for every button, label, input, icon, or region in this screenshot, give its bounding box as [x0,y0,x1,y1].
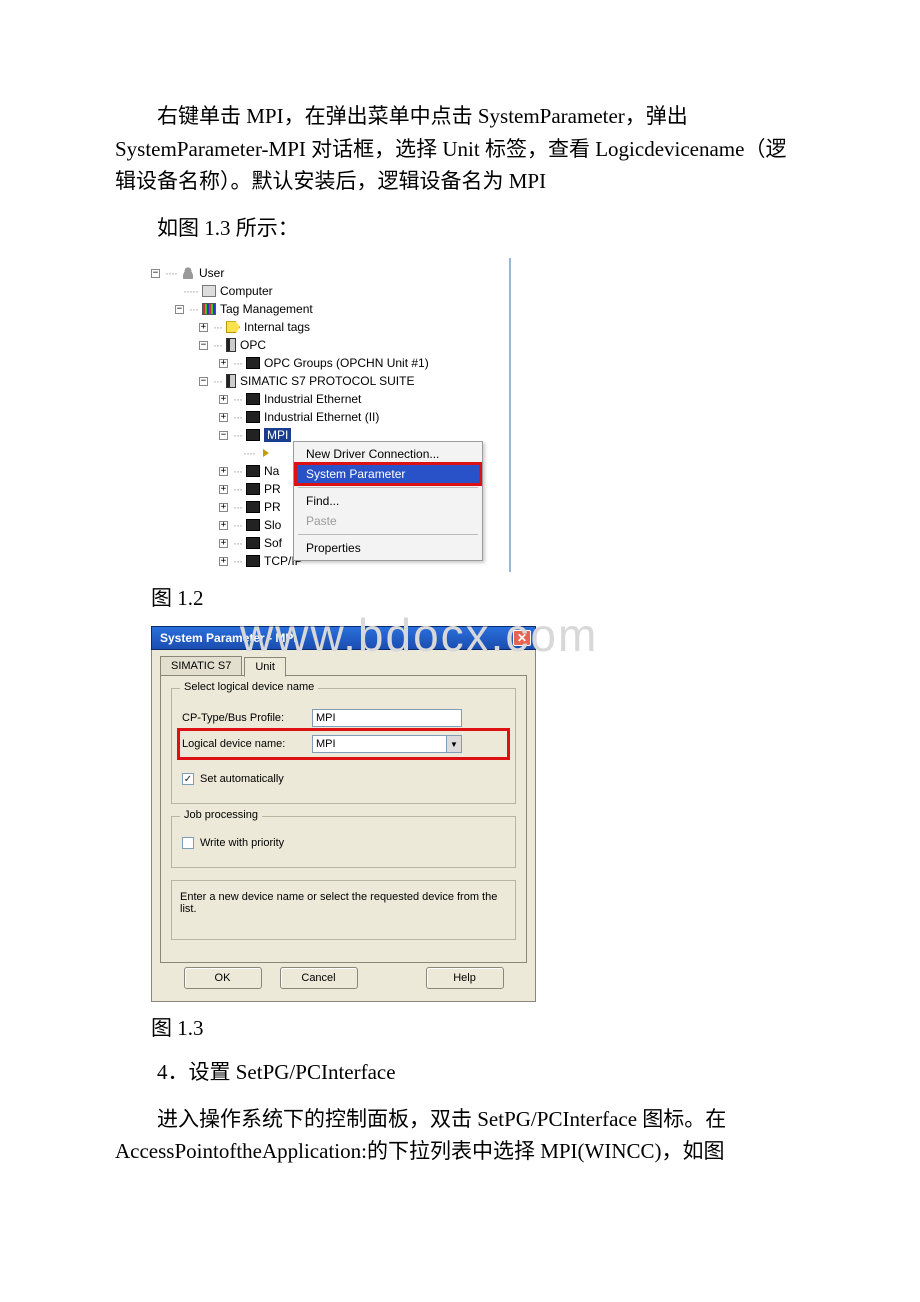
tree-figure: − ···· User ····· Computer − ··· Tag Man… [151,258,511,572]
expander-icon[interactable]: − [175,305,184,314]
tree-label: PR [264,500,281,514]
cancel-button[interactable]: Cancel [280,967,358,989]
tree-computer[interactable]: ····· Computer [151,282,509,300]
expander-icon[interactable]: + [219,521,228,530]
tab-pane-unit: Select logical device name CP-Type/Bus P… [160,675,527,963]
expander-icon[interactable]: − [219,431,228,440]
context-menu: New Driver Connection... System Paramete… [293,441,483,561]
expander-icon[interactable]: + [219,557,228,566]
menu-separator [298,487,478,488]
highlighted-row: Logical device name: MPI ▼ [182,733,505,755]
group-title: Job processing [180,809,262,821]
paragraph-2: 如图 1.3 所示： [115,212,805,245]
combo-value[interactable]: MPI [312,735,446,753]
connection-icon [246,357,260,369]
label-cp-type: CP-Type/Bus Profile: [182,712,312,724]
user-icon [181,267,195,279]
tree-ie[interactable]: + ··· Industrial Ethernet [151,390,509,408]
expander-icon[interactable]: + [219,503,228,512]
expander-icon[interactable]: − [151,269,160,278]
tree-label: Industrial Ethernet [264,392,361,406]
tags-icon [202,303,216,315]
menu-paste: Paste [296,511,480,531]
expander-icon[interactable]: + [219,467,228,476]
figure-caption-13: 图 1.3 [151,1012,805,1042]
expander-icon[interactable]: + [219,395,228,404]
tree-label: PR [264,482,281,496]
combo-logical-device[interactable]: MPI ▼ [312,735,462,753]
connection-icon [246,429,260,441]
group-title: Select logical device name [180,681,318,693]
tree-label: SIMATIC S7 PROTOCOL SUITE [240,374,414,388]
menu-properties[interactable]: Properties [296,538,480,558]
tree-label: Slo [264,518,281,532]
paragraph-5: 进入操作系统下的控制面板，双击 SetPG/PCInterface 图标。在 A… [115,1103,805,1168]
tree-label: OPC [240,338,266,352]
menu-find[interactable]: Find... [296,491,480,511]
checkbox-label: Write with priority [200,837,284,849]
checkbox-write-priority[interactable] [182,837,194,849]
expander-icon[interactable]: + [219,359,228,368]
tree-internal[interactable]: + ··· Internal tags [151,318,509,336]
tree-label: OPC Groups (OPCHN Unit #1) [264,356,429,370]
tree-label: Na [264,464,279,478]
checkbox-set-automatically[interactable]: ✓ [182,773,194,785]
internal-tags-icon [226,321,240,333]
tree-label-selected: MPI [264,428,291,442]
menu-separator [298,534,478,535]
group-job-processing: Job processing Write with priority [171,816,516,868]
connection-icon [246,393,260,405]
tree-label: Tag Management [220,302,313,316]
dialog-title-text: System Parameter - MPI [160,631,297,645]
paragraph-4: 4．设置 SetPG/PCInterface [115,1056,805,1089]
tree-label: Sof [264,536,282,550]
tree-label: Computer [220,284,273,298]
tree-s7suite[interactable]: − ··· SIMATIC S7 PROTOCOL SUITE [151,372,509,390]
connection-icon [246,501,260,513]
expander-icon[interactable]: − [199,377,208,386]
group-logical-device: Select logical device name CP-Type/Bus P… [171,688,516,804]
connection-icon [246,411,260,423]
tab-unit[interactable]: Unit [244,657,286,677]
arrow-icon [259,447,273,459]
expander-icon[interactable]: + [219,485,228,494]
dialog-titlebar[interactable]: System Parameter - MPI ✕ [151,626,536,650]
label-logical-device: Logical device name: [182,738,312,750]
expander-icon[interactable]: + [199,323,208,332]
close-icon[interactable]: ✕ [513,630,531,646]
chevron-down-icon[interactable]: ▼ [446,735,462,753]
tree-ie2[interactable]: + ··· Industrial Ethernet (II) [151,408,509,426]
tree-label: Industrial Ethernet (II) [264,410,379,424]
tree-tagmgmt[interactable]: − ··· Tag Management [151,300,509,318]
ok-button[interactable]: OK [184,967,262,989]
connection-icon [246,483,260,495]
connection-icon [246,465,260,477]
input-cp-type: MPI [312,709,462,727]
expander-icon[interactable]: − [199,341,208,350]
connection-icon [246,519,260,531]
figure-caption-12: 图 1.2 [151,582,805,612]
tree-opc[interactable]: − ··· OPC [151,336,509,354]
menu-new-driver-connection[interactable]: New Driver Connection... [296,444,480,464]
channel-icon [226,374,236,388]
menu-system-parameter[interactable]: System Parameter [296,464,480,484]
connection-icon [246,537,260,549]
tree-opcgroups[interactable]: + ··· OPC Groups (OPCHN Unit #1) [151,354,509,372]
checkbox-label: Set automatically [200,773,284,785]
tree-user[interactable]: − ···· User [151,264,509,282]
channel-icon [226,338,236,352]
expander-icon[interactable]: + [219,539,228,548]
tree-label: User [199,266,224,280]
dialog-figure: System Parameter - MPI ✕ SIMATIC S7 Unit… [151,626,536,1002]
tree-label: Internal tags [244,320,310,334]
help-button[interactable]: Help [426,967,504,989]
hint-text: Enter a new device name or select the re… [171,880,516,940]
computer-icon [202,285,216,297]
connection-icon [246,555,260,567]
paragraph-1: 右键单击 MPI，在弹出菜单中点击 SystemParameter，弹出 Sys… [115,100,805,198]
expander-icon[interactable]: + [219,413,228,422]
tab-simatic-s7[interactable]: SIMATIC S7 [160,656,242,676]
